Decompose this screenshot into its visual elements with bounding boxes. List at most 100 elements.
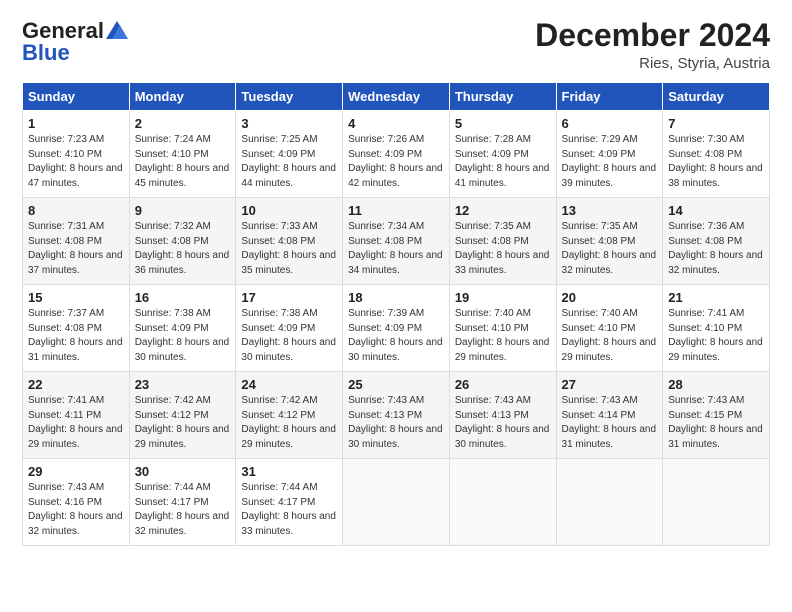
day-info: Sunrise: 7:30 AMSunset: 4:08 PMDaylight:… bbox=[668, 133, 764, 191]
col-header-saturday: Saturday bbox=[663, 83, 770, 111]
day-info: Sunrise: 7:29 AMSunset: 4:09 PMDaylight:… bbox=[562, 133, 658, 191]
day-number: 8 bbox=[28, 203, 124, 218]
day-cell: 29 Sunrise: 7:43 AMSunset: 4:16 PMDaylig… bbox=[23, 459, 130, 546]
header-row: SundayMondayTuesdayWednesdayThursdayFrid… bbox=[23, 83, 770, 111]
day-number: 31 bbox=[241, 464, 337, 479]
day-number: 4 bbox=[348, 116, 444, 131]
week-row-4: 22 Sunrise: 7:41 AMSunset: 4:11 PMDaylig… bbox=[23, 372, 770, 459]
day-number: 19 bbox=[455, 290, 551, 305]
day-info: Sunrise: 7:31 AMSunset: 4:08 PMDaylight:… bbox=[28, 220, 124, 278]
day-number: 7 bbox=[668, 116, 764, 131]
day-number: 22 bbox=[28, 377, 124, 392]
day-info: Sunrise: 7:38 AMSunset: 4:09 PMDaylight:… bbox=[241, 307, 337, 365]
day-info: Sunrise: 7:35 AMSunset: 4:08 PMDaylight:… bbox=[562, 220, 658, 278]
day-info: Sunrise: 7:44 AMSunset: 4:17 PMDaylight:… bbox=[135, 481, 231, 539]
day-cell: 9 Sunrise: 7:32 AMSunset: 4:08 PMDayligh… bbox=[129, 198, 236, 285]
day-number: 23 bbox=[135, 377, 231, 392]
day-number: 6 bbox=[562, 116, 658, 131]
day-info: Sunrise: 7:43 AMSunset: 4:13 PMDaylight:… bbox=[455, 394, 551, 452]
day-cell: 18 Sunrise: 7:39 AMSunset: 4:09 PMDaylig… bbox=[343, 285, 450, 372]
day-number: 5 bbox=[455, 116, 551, 131]
day-cell: 19 Sunrise: 7:40 AMSunset: 4:10 PMDaylig… bbox=[449, 285, 556, 372]
day-cell: 1 Sunrise: 7:23 AMSunset: 4:10 PMDayligh… bbox=[23, 111, 130, 198]
day-number: 11 bbox=[348, 203, 444, 218]
day-cell: 25 Sunrise: 7:43 AMSunset: 4:13 PMDaylig… bbox=[343, 372, 450, 459]
day-info: Sunrise: 7:28 AMSunset: 4:09 PMDaylight:… bbox=[455, 133, 551, 191]
day-cell: 16 Sunrise: 7:38 AMSunset: 4:09 PMDaylig… bbox=[129, 285, 236, 372]
day-cell: 24 Sunrise: 7:42 AMSunset: 4:12 PMDaylig… bbox=[236, 372, 343, 459]
day-info: Sunrise: 7:44 AMSunset: 4:17 PMDaylight:… bbox=[241, 481, 337, 539]
subtitle: Ries, Styria, Austria bbox=[535, 55, 770, 72]
day-cell: 13 Sunrise: 7:35 AMSunset: 4:08 PMDaylig… bbox=[556, 198, 663, 285]
day-number: 10 bbox=[241, 203, 337, 218]
week-row-2: 8 Sunrise: 7:31 AMSunset: 4:08 PMDayligh… bbox=[23, 198, 770, 285]
day-info: Sunrise: 7:40 AMSunset: 4:10 PMDaylight:… bbox=[455, 307, 551, 365]
header: General Blue December 2024 Ries, Styria,… bbox=[22, 18, 770, 72]
col-header-thursday: Thursday bbox=[449, 83, 556, 111]
day-cell: 15 Sunrise: 7:37 AMSunset: 4:08 PMDaylig… bbox=[23, 285, 130, 372]
day-number: 26 bbox=[455, 377, 551, 392]
day-info: Sunrise: 7:38 AMSunset: 4:09 PMDaylight:… bbox=[135, 307, 231, 365]
day-number: 13 bbox=[562, 203, 658, 218]
day-number: 30 bbox=[135, 464, 231, 479]
day-info: Sunrise: 7:36 AMSunset: 4:08 PMDaylight:… bbox=[668, 220, 764, 278]
day-number: 29 bbox=[28, 464, 124, 479]
day-cell: 22 Sunrise: 7:41 AMSunset: 4:11 PMDaylig… bbox=[23, 372, 130, 459]
day-cell: 28 Sunrise: 7:43 AMSunset: 4:15 PMDaylig… bbox=[663, 372, 770, 459]
day-number: 20 bbox=[562, 290, 658, 305]
day-cell: 10 Sunrise: 7:33 AMSunset: 4:08 PMDaylig… bbox=[236, 198, 343, 285]
day-info: Sunrise: 7:39 AMSunset: 4:09 PMDaylight:… bbox=[348, 307, 444, 365]
col-header-tuesday: Tuesday bbox=[236, 83, 343, 111]
day-info: Sunrise: 7:43 AMSunset: 4:13 PMDaylight:… bbox=[348, 394, 444, 452]
col-header-sunday: Sunday bbox=[23, 83, 130, 111]
day-cell: 5 Sunrise: 7:28 AMSunset: 4:09 PMDayligh… bbox=[449, 111, 556, 198]
day-number: 25 bbox=[348, 377, 444, 392]
logo-icon bbox=[106, 21, 128, 39]
col-header-friday: Friday bbox=[556, 83, 663, 111]
day-info: Sunrise: 7:24 AMSunset: 4:10 PMDaylight:… bbox=[135, 133, 231, 191]
logo-blue: Blue bbox=[22, 40, 70, 66]
week-row-1: 1 Sunrise: 7:23 AMSunset: 4:10 PMDayligh… bbox=[23, 111, 770, 198]
day-info: Sunrise: 7:37 AMSunset: 4:08 PMDaylight:… bbox=[28, 307, 124, 365]
day-number: 17 bbox=[241, 290, 337, 305]
day-cell: 27 Sunrise: 7:43 AMSunset: 4:14 PMDaylig… bbox=[556, 372, 663, 459]
day-number: 14 bbox=[668, 203, 764, 218]
day-number: 15 bbox=[28, 290, 124, 305]
day-cell: 31 Sunrise: 7:44 AMSunset: 4:17 PMDaylig… bbox=[236, 459, 343, 546]
day-info: Sunrise: 7:25 AMSunset: 4:09 PMDaylight:… bbox=[241, 133, 337, 191]
day-cell bbox=[449, 459, 556, 546]
day-cell bbox=[556, 459, 663, 546]
day-info: Sunrise: 7:42 AMSunset: 4:12 PMDaylight:… bbox=[241, 394, 337, 452]
title-block: December 2024 Ries, Styria, Austria bbox=[535, 18, 770, 72]
day-info: Sunrise: 7:35 AMSunset: 4:08 PMDaylight:… bbox=[455, 220, 551, 278]
day-cell: 26 Sunrise: 7:43 AMSunset: 4:13 PMDaylig… bbox=[449, 372, 556, 459]
day-info: Sunrise: 7:41 AMSunset: 4:10 PMDaylight:… bbox=[668, 307, 764, 365]
week-row-3: 15 Sunrise: 7:37 AMSunset: 4:08 PMDaylig… bbox=[23, 285, 770, 372]
day-cell: 6 Sunrise: 7:29 AMSunset: 4:09 PMDayligh… bbox=[556, 111, 663, 198]
day-number: 9 bbox=[135, 203, 231, 218]
day-number: 18 bbox=[348, 290, 444, 305]
day-info: Sunrise: 7:40 AMSunset: 4:10 PMDaylight:… bbox=[562, 307, 658, 365]
day-cell bbox=[663, 459, 770, 546]
day-number: 3 bbox=[241, 116, 337, 131]
day-cell: 8 Sunrise: 7:31 AMSunset: 4:08 PMDayligh… bbox=[23, 198, 130, 285]
day-number: 28 bbox=[668, 377, 764, 392]
day-cell: 2 Sunrise: 7:24 AMSunset: 4:10 PMDayligh… bbox=[129, 111, 236, 198]
day-info: Sunrise: 7:42 AMSunset: 4:12 PMDaylight:… bbox=[135, 394, 231, 452]
day-cell bbox=[343, 459, 450, 546]
calendar-table: SundayMondayTuesdayWednesdayThursdayFrid… bbox=[22, 82, 770, 546]
day-number: 2 bbox=[135, 116, 231, 131]
day-info: Sunrise: 7:41 AMSunset: 4:11 PMDaylight:… bbox=[28, 394, 124, 452]
day-cell: 14 Sunrise: 7:36 AMSunset: 4:08 PMDaylig… bbox=[663, 198, 770, 285]
col-header-wednesday: Wednesday bbox=[343, 83, 450, 111]
day-number: 1 bbox=[28, 116, 124, 131]
day-cell: 12 Sunrise: 7:35 AMSunset: 4:08 PMDaylig… bbox=[449, 198, 556, 285]
day-number: 21 bbox=[668, 290, 764, 305]
day-cell: 20 Sunrise: 7:40 AMSunset: 4:10 PMDaylig… bbox=[556, 285, 663, 372]
day-cell: 17 Sunrise: 7:38 AMSunset: 4:09 PMDaylig… bbox=[236, 285, 343, 372]
day-cell: 23 Sunrise: 7:42 AMSunset: 4:12 PMDaylig… bbox=[129, 372, 236, 459]
day-cell: 11 Sunrise: 7:34 AMSunset: 4:08 PMDaylig… bbox=[343, 198, 450, 285]
day-number: 12 bbox=[455, 203, 551, 218]
day-info: Sunrise: 7:26 AMSunset: 4:09 PMDaylight:… bbox=[348, 133, 444, 191]
day-cell: 7 Sunrise: 7:30 AMSunset: 4:08 PMDayligh… bbox=[663, 111, 770, 198]
